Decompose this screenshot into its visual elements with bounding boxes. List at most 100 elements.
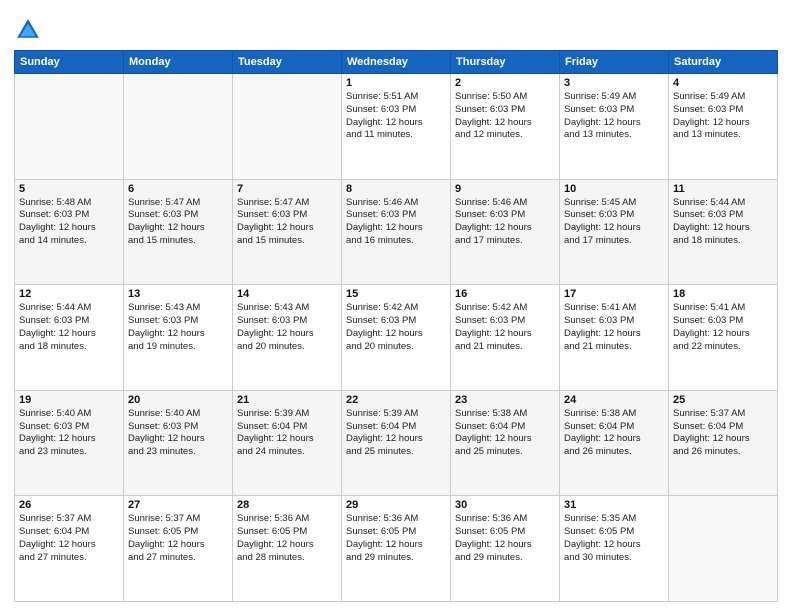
- calendar-cell: 9 Sunrise: 5:46 AMSunset: 6:03 PMDaylight…: [451, 179, 560, 285]
- page: SundayMondayTuesdayWednesdayThursdayFrid…: [0, 0, 792, 612]
- week-row-5: 26 Sunrise: 5:37 AMSunset: 6:04 PMDayligh…: [15, 496, 778, 602]
- calendar-cell: 23 Sunrise: 5:38 AMSunset: 6:04 PMDayligh…: [451, 390, 560, 496]
- day-number: 8: [346, 183, 446, 195]
- calendar-cell: 15Sunrise: 5:42 AMSunset: 6:03 PMDayligh…: [342, 285, 451, 391]
- day-number: 29: [346, 499, 446, 511]
- day-info: Sunrise: 5:47 AMSunset: 6:03 PMDaylight:…: [128, 197, 228, 248]
- day-number: 22: [346, 394, 446, 406]
- calendar-cell: 13Sunrise: 5:43 AMSunset: 6:03 PMDayligh…: [124, 285, 233, 391]
- logo: [14, 16, 46, 44]
- day-number: 11: [673, 183, 773, 195]
- calendar-cell: 28Sunrise: 5:36 AMSunset: 6:05 PMDayligh…: [233, 496, 342, 602]
- calendar-cell: 7Sunrise: 5:47 AMSunset: 6:03 PMDaylight…: [233, 179, 342, 285]
- day-info: Sunrise: 5:37 AMSunset: 6:04 PMDaylight:…: [673, 408, 773, 459]
- day-number: 5: [19, 183, 119, 195]
- day-number: 2: [455, 77, 555, 89]
- day-info: Sunrise: 5:46 AMSunset: 6:03 PMDaylight:…: [455, 197, 555, 248]
- calendar-cell: 19 Sunrise: 5:40 AMSunset: 6:03 PMDayligh…: [15, 390, 124, 496]
- col-header-tuesday: Tuesday: [233, 51, 342, 74]
- day-number: 17: [564, 288, 664, 300]
- day-number: 24: [564, 394, 664, 406]
- day-number: 9: [455, 183, 555, 195]
- calendar-cell: 22 Sunrise: 5:39 AMSunset: 6:04 PMDayligh…: [342, 390, 451, 496]
- calendar-cell: 31 Sunrise: 5:35 AMSunset: 6:05 PMDayligh…: [560, 496, 669, 602]
- calendar-cell: 12 Sunrise: 5:44 AMSunset: 6:03 PMDayligh…: [15, 285, 124, 391]
- day-info: Sunrise: 5:46 AMSunset: 6:03 PMDaylight:…: [346, 197, 446, 248]
- calendar-cell: 27 Sunrise: 5:37 AMSunset: 6:05 PMDayligh…: [124, 496, 233, 602]
- day-info: Sunrise: 5:38 AMSunset: 6:04 PMDaylight:…: [564, 408, 664, 459]
- calendar-cell: 24 Sunrise: 5:38 AMSunset: 6:04 PMDayligh…: [560, 390, 669, 496]
- calendar-cell: [669, 496, 778, 602]
- col-header-monday: Monday: [124, 51, 233, 74]
- calendar-cell: 17 Sunrise: 5:41 AMSunset: 6:03 PMDayligh…: [560, 285, 669, 391]
- day-info: Sunrise: 5:45 AMSunset: 6:03 PMDaylight:…: [564, 197, 664, 248]
- day-number: 15: [346, 288, 446, 300]
- day-info: Sunrise: 5:40 AMSunset: 6:03 PMDaylight:…: [19, 408, 119, 459]
- day-info: Sunrise: 5:41 AMSunset: 6:03 PMDaylight:…: [564, 302, 664, 353]
- day-info: Sunrise: 5:44 AMSunset: 6:03 PMDaylight:…: [673, 197, 773, 248]
- calendar-cell: 18Sunrise: 5:41 AMSunset: 6:03 PMDayligh…: [669, 285, 778, 391]
- day-number: 12: [19, 288, 119, 300]
- calendar-cell: 16 Sunrise: 5:42 AMSunset: 6:03 PMDayligh…: [451, 285, 560, 391]
- day-number: 13: [128, 288, 228, 300]
- calendar-cell: 29Sunrise: 5:36 AMSunset: 6:05 PMDayligh…: [342, 496, 451, 602]
- day-number: 20: [128, 394, 228, 406]
- week-row-4: 19 Sunrise: 5:40 AMSunset: 6:03 PMDayligh…: [15, 390, 778, 496]
- day-number: 3: [564, 77, 664, 89]
- day-number: 30: [455, 499, 555, 511]
- day-info: Sunrise: 5:39 AMSunset: 6:04 PMDaylight:…: [346, 408, 446, 459]
- col-header-saturday: Saturday: [669, 51, 778, 74]
- calendar-cell: [15, 74, 124, 180]
- calendar-cell: 2 Sunrise: 5:50 AMSunset: 6:03 PMDaylight…: [451, 74, 560, 180]
- calendar-cell: [233, 74, 342, 180]
- day-number: 7: [237, 183, 337, 195]
- calendar-cell: 26 Sunrise: 5:37 AMSunset: 6:04 PMDayligh…: [15, 496, 124, 602]
- calendar-cell: 6 Sunrise: 5:47 AMSunset: 6:03 PMDaylight…: [124, 179, 233, 285]
- day-number: 16: [455, 288, 555, 300]
- day-info: Sunrise: 5:49 AMSunset: 6:03 PMDaylight:…: [673, 91, 773, 142]
- header: [14, 10, 778, 44]
- day-info: Sunrise: 5:49 AMSunset: 6:03 PMDaylight:…: [564, 91, 664, 142]
- day-info: Sunrise: 5:43 AMSunset: 6:03 PMDaylight:…: [237, 302, 337, 353]
- day-number: 27: [128, 499, 228, 511]
- day-info: Sunrise: 5:42 AMSunset: 6:03 PMDaylight:…: [455, 302, 555, 353]
- week-row-3: 12 Sunrise: 5:44 AMSunset: 6:03 PMDayligh…: [15, 285, 778, 391]
- day-number: 23: [455, 394, 555, 406]
- day-info: Sunrise: 5:50 AMSunset: 6:03 PMDaylight:…: [455, 91, 555, 142]
- day-number: 19: [19, 394, 119, 406]
- day-number: 26: [19, 499, 119, 511]
- calendar-table: SundayMondayTuesdayWednesdayThursdayFrid…: [14, 50, 778, 602]
- calendar-cell: 5 Sunrise: 5:48 AMSunset: 6:03 PMDaylight…: [15, 179, 124, 285]
- day-info: Sunrise: 5:44 AMSunset: 6:03 PMDaylight:…: [19, 302, 119, 353]
- calendar-cell: 4Sunrise: 5:49 AMSunset: 6:03 PMDaylight…: [669, 74, 778, 180]
- day-number: 28: [237, 499, 337, 511]
- day-info: Sunrise: 5:37 AMSunset: 6:04 PMDaylight:…: [19, 513, 119, 564]
- day-number: 31: [564, 499, 664, 511]
- day-number: 10: [564, 183, 664, 195]
- calendar-cell: [124, 74, 233, 180]
- day-number: 25: [673, 394, 773, 406]
- logo-icon: [14, 16, 42, 44]
- day-info: Sunrise: 5:36 AMSunset: 6:05 PMDaylight:…: [455, 513, 555, 564]
- calendar-cell: 1Sunrise: 5:51 AMSunset: 6:03 PMDaylight…: [342, 74, 451, 180]
- calendar-cell: 10 Sunrise: 5:45 AMSunset: 6:03 PMDayligh…: [560, 179, 669, 285]
- day-info: Sunrise: 5:40 AMSunset: 6:03 PMDaylight:…: [128, 408, 228, 459]
- week-row-2: 5 Sunrise: 5:48 AMSunset: 6:03 PMDaylight…: [15, 179, 778, 285]
- day-info: Sunrise: 5:51 AMSunset: 6:03 PMDaylight:…: [346, 91, 446, 142]
- col-header-wednesday: Wednesday: [342, 51, 451, 74]
- calendar-cell: 8 Sunrise: 5:46 AMSunset: 6:03 PMDaylight…: [342, 179, 451, 285]
- day-info: Sunrise: 5:35 AMSunset: 6:05 PMDaylight:…: [564, 513, 664, 564]
- day-number: 14: [237, 288, 337, 300]
- day-info: Sunrise: 5:41 AMSunset: 6:03 PMDaylight:…: [673, 302, 773, 353]
- calendar-cell: 30 Sunrise: 5:36 AMSunset: 6:05 PMDayligh…: [451, 496, 560, 602]
- col-header-sunday: Sunday: [15, 51, 124, 74]
- calendar-cell: 20 Sunrise: 5:40 AMSunset: 6:03 PMDayligh…: [124, 390, 233, 496]
- calendar-cell: 21Sunrise: 5:39 AMSunset: 6:04 PMDayligh…: [233, 390, 342, 496]
- col-header-thursday: Thursday: [451, 51, 560, 74]
- day-number: 6: [128, 183, 228, 195]
- day-info: Sunrise: 5:38 AMSunset: 6:04 PMDaylight:…: [455, 408, 555, 459]
- header-row: SundayMondayTuesdayWednesdayThursdayFrid…: [15, 51, 778, 74]
- day-info: Sunrise: 5:37 AMSunset: 6:05 PMDaylight:…: [128, 513, 228, 564]
- col-header-friday: Friday: [560, 51, 669, 74]
- day-info: Sunrise: 5:48 AMSunset: 6:03 PMDaylight:…: [19, 197, 119, 248]
